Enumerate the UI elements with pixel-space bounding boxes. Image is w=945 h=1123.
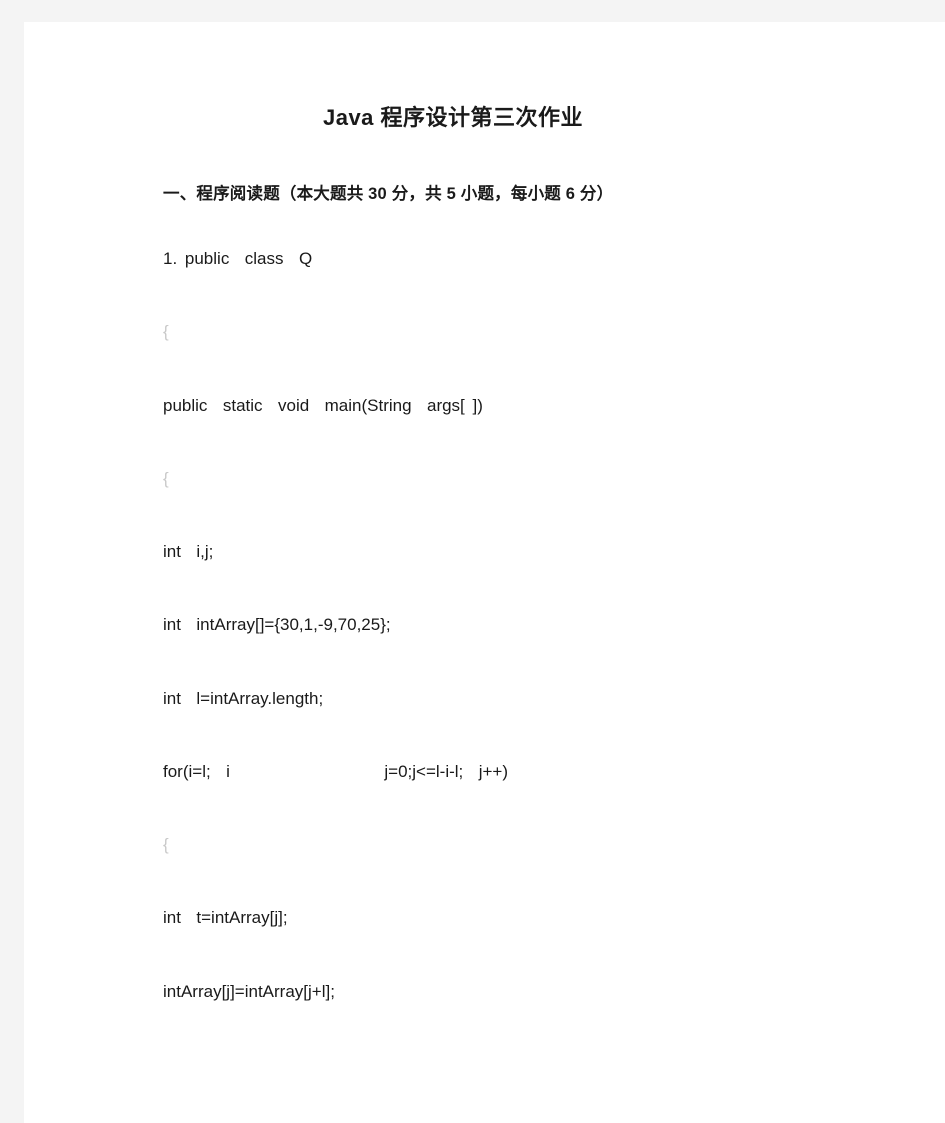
document-body: Java 程序设计第三次作业 一、程序阅读题（本大题共 30 分，共 5 小题，… [163,100,863,1054]
code-line: int i,j; [163,542,214,561]
code-line: 1. public class Q [163,249,313,268]
code-line: for(i=l; i j=0;j<=l-i-l; j++) [163,761,509,781]
code-line: { [163,835,169,854]
document-page: Java 程序设计第三次作业 一、程序阅读题（本大题共 30 分，共 5 小题，… [24,22,945,1123]
code-line: { [163,468,169,488]
section-heading-reading-questions: 一、程序阅读题（本大题共 30 分，共 5 小题，每小题 6 分） [163,185,614,203]
code-line: int intArray[]={30,1,-9,70,25}; [163,615,391,635]
code-line: public static void main(String args[ ]) [163,395,483,415]
code-line: intArray[j]=intArray[j+l]; [163,981,335,1001]
page-title: Java 程序设计第三次作业 [322,105,584,130]
code-line: int l=intArray.length; [163,688,324,708]
code-line: int t=intArray[j]; [163,908,288,928]
code-block: 1. public class Q { public static void mai… [163,248,863,1002]
code-line: { [163,322,169,342]
